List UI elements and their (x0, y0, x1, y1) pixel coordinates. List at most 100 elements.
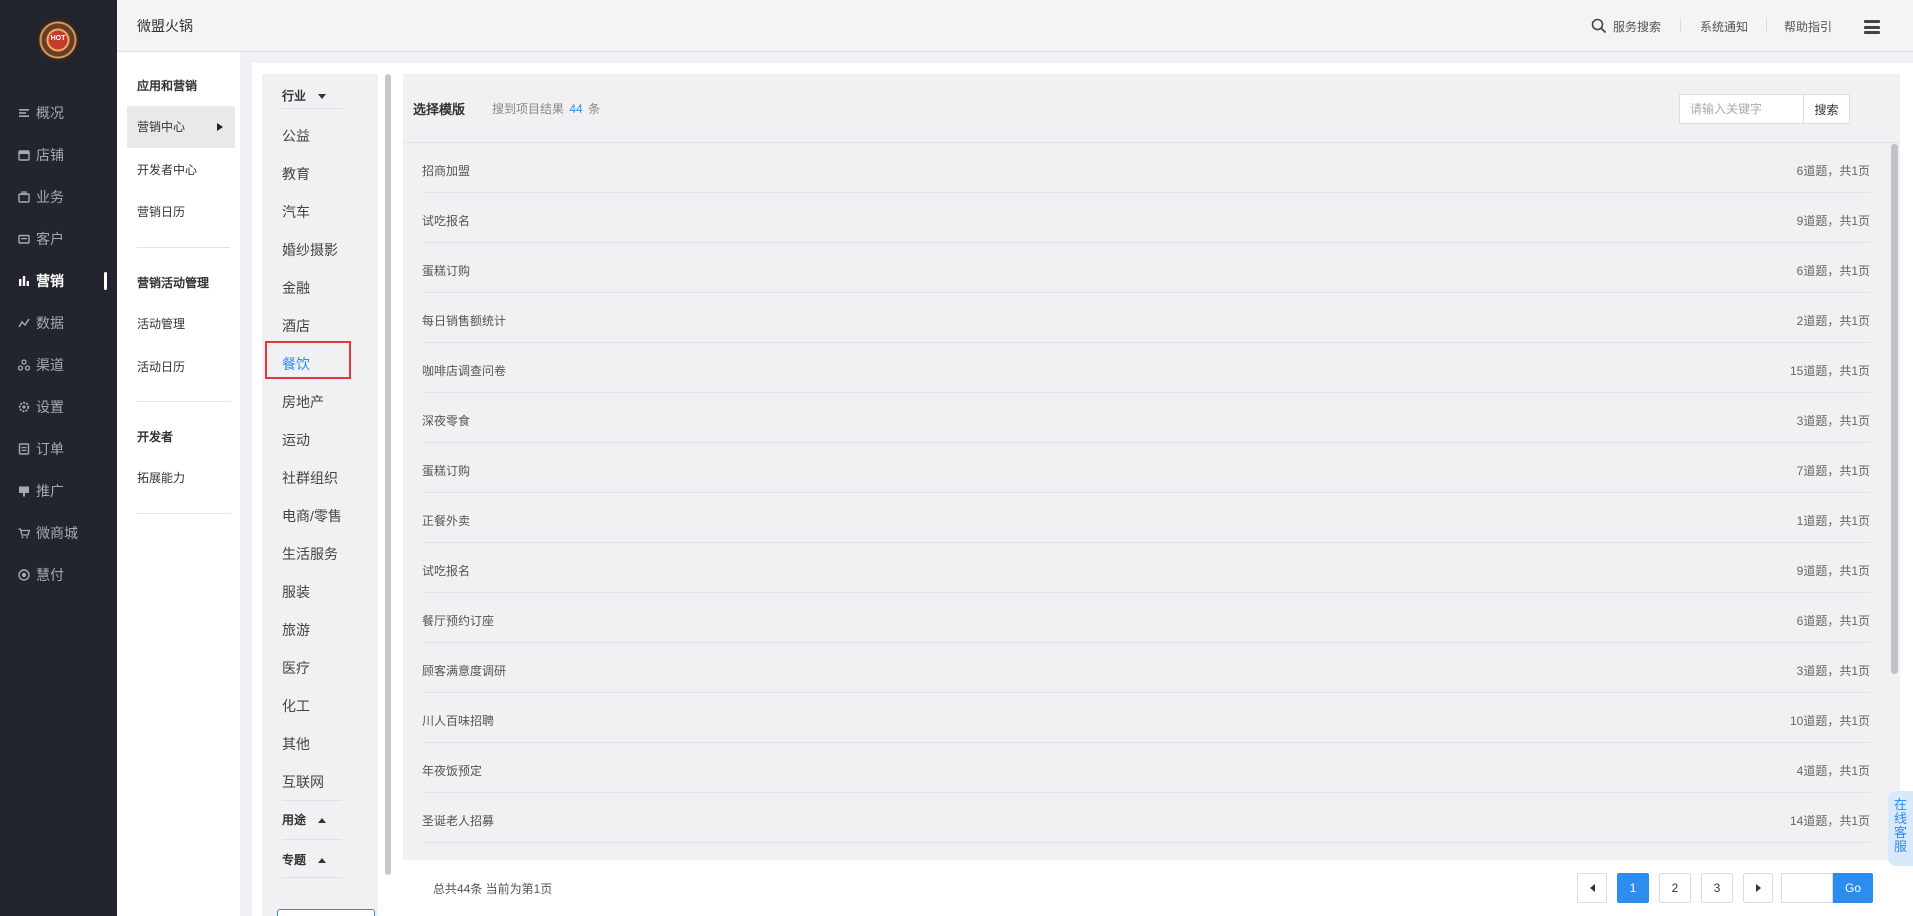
template-list-header: 选择模版 搜到项目结果 44 条 搜索 (403, 74, 1900, 143)
nav-item-channel[interactable]: 渠道 (0, 344, 117, 386)
menu-item-label: 营销中心 (137, 120, 186, 134)
template-row[interactable]: 川人百味招聘 10道题，共1页 (422, 693, 1870, 743)
customer-icon (18, 234, 30, 244)
next-page-button[interactable] (1743, 873, 1773, 903)
category-item-selected[interactable]: 餐饮 (282, 354, 310, 374)
category-item[interactable]: 服装 (282, 582, 310, 602)
overview-icon (19, 109, 29, 117)
category-item[interactable]: 旅游 (282, 620, 310, 640)
category-action-button[interactable] (277, 909, 375, 916)
category-item[interactable]: 生活服务 (282, 544, 338, 564)
caret-left-icon (1589, 884, 1595, 892)
category-item[interactable]: 互联网 (282, 772, 324, 792)
template-row[interactable]: 餐厅预约订座 6道题，共1页 (422, 593, 1870, 643)
category-item[interactable]: 运动 (282, 430, 310, 450)
category-item[interactable]: 化工 (282, 696, 310, 716)
category-item[interactable]: 公益 (282, 126, 310, 146)
category-scrollbar[interactable] (385, 74, 391, 875)
nav-item-customer[interactable]: 客户 (0, 218, 117, 260)
nav-item-order[interactable]: 订单 (0, 428, 117, 470)
menu-item-extension[interactable]: 拓展能力 (127, 457, 235, 499)
template-row[interactable]: 试吃报名 9道题，共1页 (422, 543, 1870, 593)
caret-right-icon (217, 123, 223, 131)
nav-item-settings[interactable]: 设置 (0, 386, 117, 428)
nav-item-overview[interactable]: 概况 (0, 92, 117, 134)
category-item[interactable]: 房地产 (282, 392, 324, 412)
template-meta: 4道题，共1页 (1796, 764, 1870, 778)
template-row[interactable]: 年夜饭预定 4道题，共1页 (422, 743, 1870, 793)
menu-group-title: 营销活动管理 (137, 276, 210, 290)
page-jump-input[interactable] (1781, 873, 1833, 903)
template-row[interactable]: 顾客满意度调研 3道题，共1页 (422, 643, 1870, 693)
search-icon[interactable] (1591, 18, 1607, 34)
page-button[interactable]: 3 (1701, 873, 1733, 903)
category-item[interactable]: 医疗 (282, 658, 310, 678)
nav-item-promotion[interactable]: 推广 (0, 470, 117, 512)
template-meta: 14道题，共1页 (1789, 814, 1870, 828)
nav-item-pay[interactable]: 慧付 (0, 554, 117, 596)
caret-up-icon (318, 858, 327, 864)
template-row[interactable]: 正餐外卖 1道题，共1页 (422, 493, 1870, 543)
template-meta: 15道题，共1页 (1789, 364, 1870, 378)
nav-item-data[interactable]: 数据 (0, 302, 117, 344)
template-list-scrollbar[interactable] (1891, 144, 1898, 674)
industry-toggle[interactable]: 行业 (282, 87, 327, 104)
template-row[interactable]: 深夜零食 3道题，共1页 (422, 393, 1870, 443)
menu-divider (137, 401, 230, 402)
category-item[interactable]: 电商/零售 (282, 506, 342, 526)
category-item[interactable]: 教育 (282, 164, 310, 184)
menu-item-developer-center[interactable]: 开发者中心 (127, 149, 235, 191)
category-divider (282, 877, 342, 878)
category-item[interactable]: 金融 (282, 278, 310, 298)
template-row[interactable]: 蛋糕订购 6道题，共1页 (422, 243, 1870, 293)
template-meta: 1道题，共1页 (1796, 514, 1870, 528)
nav-label: 慧付 (36, 567, 64, 583)
menu-item-activity-calendar[interactable]: 活动日历 (127, 346, 235, 388)
caret-right-icon (1755, 884, 1761, 892)
search-button[interactable]: 搜索 (1804, 94, 1850, 124)
store-logo[interactable]: HOT (37, 19, 79, 61)
template-row[interactable]: 咖啡店调查问卷 15道题，共1页 (422, 343, 1870, 393)
topic-label: 专题 (282, 853, 307, 867)
main-sidebar: HOT 概况 店铺 业务 客户 营销 数据 渠道 设置 订单 推广 微商城 慧付 (0, 0, 117, 916)
nav-label: 业务 (36, 189, 64, 205)
template-row[interactable]: 圣诞老人招募 14道题，共1页 (422, 793, 1870, 843)
template-row[interactable]: 试吃报名 9道题，共1页 (422, 193, 1870, 243)
template-meta: 6道题，共1页 (1796, 164, 1870, 178)
nav-item-store[interactable]: 店铺 (0, 134, 117, 176)
category-item[interactable]: 汽车 (282, 202, 310, 222)
go-button[interactable]: Go (1833, 873, 1873, 903)
purpose-toggle[interactable]: 用途 (282, 811, 327, 828)
category-item[interactable]: 其他 (282, 734, 310, 754)
template-row[interactable]: 招商加盟 6道题，共1页 (422, 143, 1870, 193)
nav-item-marketing[interactable]: 营销 (0, 260, 117, 302)
menu-item-activity-management[interactable]: 活动管理 (127, 303, 235, 345)
main-nav: 概况 店铺 业务 客户 营销 数据 渠道 设置 订单 推广 微商城 慧付 (0, 92, 117, 596)
template-name: 年夜饭预定 (422, 764, 483, 778)
template-meta: 3道题，共1页 (1796, 664, 1870, 678)
online-service-tab[interactable]: 在线客服 (1888, 791, 1913, 866)
nav-item-mall[interactable]: 微商城 (0, 512, 117, 554)
menu-item-marketing-calendar[interactable]: 营销日历 (127, 191, 235, 233)
menu-item-marketing-center[interactable]: 营销中心 (127, 106, 235, 148)
service-search-link[interactable]: 服务搜索 (1613, 18, 1661, 35)
menu-icon[interactable] (1864, 20, 1880, 34)
template-name: 招商加盟 (422, 164, 471, 178)
prev-page-button[interactable] (1577, 873, 1607, 903)
template-name: 餐厅预约订座 (422, 614, 495, 628)
nav-item-business[interactable]: 业务 (0, 176, 117, 218)
pagination-bar: 总共44条 当前为第1页 1 2 3 Go (403, 860, 1900, 916)
pagination-summary: 总共44条 当前为第1页 (433, 882, 553, 896)
template-row[interactable]: 每日销售额统计 2道题，共1页 (422, 293, 1870, 343)
category-item[interactable]: 社群组织 (282, 468, 338, 488)
topic-toggle[interactable]: 专题 (282, 851, 327, 868)
help-link[interactable]: 帮助指引 (1784, 18, 1832, 35)
category-item[interactable]: 酒店 (282, 316, 310, 336)
page-button[interactable]: 2 (1659, 873, 1691, 903)
keyword-search-input[interactable] (1679, 94, 1804, 124)
template-name: 试吃报名 (422, 214, 471, 228)
page-button-current[interactable]: 1 (1617, 873, 1649, 903)
template-row[interactable]: 蛋糕订购 7道题，共1页 (422, 443, 1870, 493)
category-item[interactable]: 婚纱摄影 (282, 240, 338, 260)
notifications-link[interactable]: 系统通知 (1700, 18, 1748, 35)
